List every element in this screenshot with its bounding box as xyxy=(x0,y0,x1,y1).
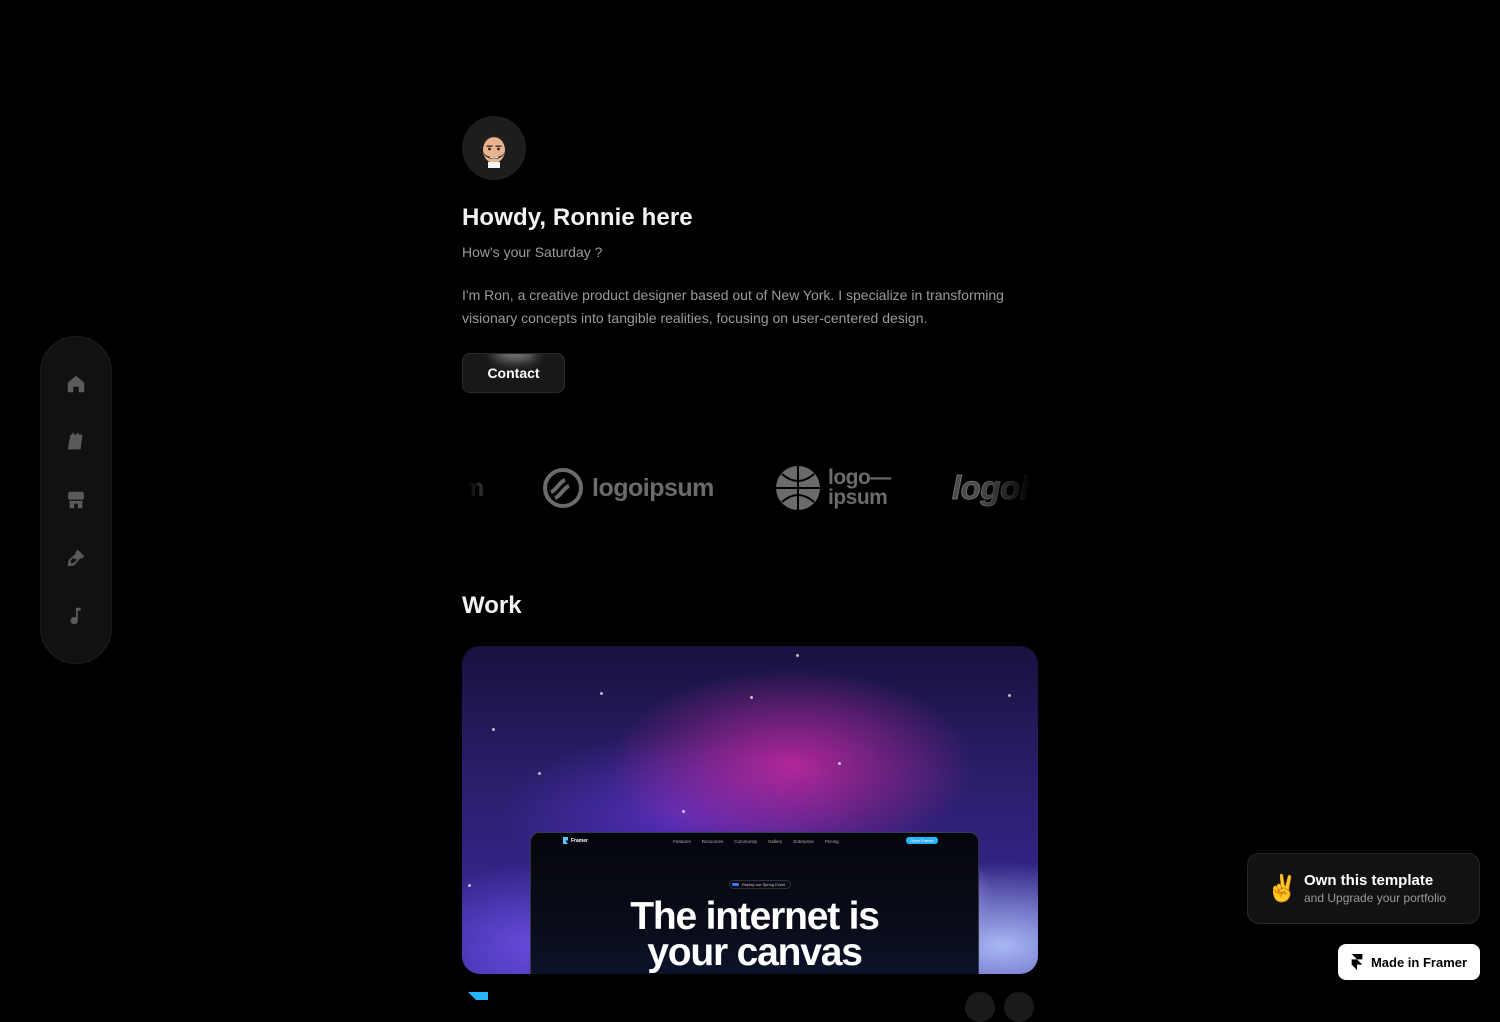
next-arrow-button[interactable] xyxy=(1004,992,1034,1022)
subtitle: How's your Saturday ? xyxy=(462,244,603,260)
promo-title: Own this template xyxy=(1304,872,1434,889)
pen-icon xyxy=(67,549,85,567)
sidebar-item-home[interactable] xyxy=(56,364,96,404)
victory-hand-icon: ✌️ xyxy=(1266,873,1299,903)
own-template-card[interactable]: ✌️ Own this template and Upgrade your po… xyxy=(1247,853,1480,924)
preview-headline: The internet is your canvas xyxy=(630,895,880,974)
work-card-footer xyxy=(462,990,1038,1022)
badge-label: Made in Framer xyxy=(1370,954,1468,970)
prev-arrow-button[interactable] xyxy=(965,992,995,1022)
framer-logo-icon xyxy=(563,837,568,844)
fade-right xyxy=(978,460,1038,516)
avatar xyxy=(462,116,526,180)
notebook-icon xyxy=(67,432,83,450)
website-preview: Framer Features Resources Community Gall… xyxy=(530,832,979,974)
avatar-memoji-icon xyxy=(483,135,505,168)
music-note-icon xyxy=(70,607,81,625)
preview-brand: Framer xyxy=(571,838,588,844)
intro-section: Howdy, Ronnie here How's your Saturday ?… xyxy=(462,116,1038,393)
preview-nav: Features Resources Community Gallery Ent… xyxy=(673,839,839,844)
framer-logo-icon xyxy=(468,992,488,1000)
client-logos: m logoipsum logo— ipsum logoi xyxy=(462,460,1038,516)
logo-logoipsum-2: logo— ipsum xyxy=(774,460,891,516)
fade-left xyxy=(462,460,502,516)
sidebar-item-music[interactable] xyxy=(56,596,96,636)
sidebar-item-store[interactable] xyxy=(56,480,96,520)
contact-button[interactable]: Contact xyxy=(462,353,565,393)
page-title: Howdy, Ronnie here xyxy=(462,204,693,231)
sidebar-dock xyxy=(40,336,112,664)
preview-pill: Replay our Spring Event xyxy=(729,880,792,889)
preview-cta: Open Framer xyxy=(906,837,938,844)
work-heading: Work xyxy=(462,592,522,619)
made-in-framer-badge[interactable]: Made in Framer xyxy=(1338,944,1480,980)
promo-subtitle: and Upgrade your portfolio xyxy=(1304,891,1447,905)
home-icon xyxy=(67,375,85,393)
framer-logo-icon xyxy=(1351,954,1363,970)
store-icon xyxy=(67,491,85,509)
logo-mark-icon xyxy=(543,468,583,508)
sidebar-item-pen[interactable] xyxy=(56,538,96,578)
logo-logoipsum-1: logoipsum xyxy=(542,460,714,516)
sidebar-item-notebook[interactable] xyxy=(56,422,96,462)
bio-text: I'm Ron, a creative product designer bas… xyxy=(462,287,1004,326)
globe-logo-icon xyxy=(776,466,820,510)
work-card-framer[interactable]: Framer Features Resources Community Gall… xyxy=(462,646,1038,974)
